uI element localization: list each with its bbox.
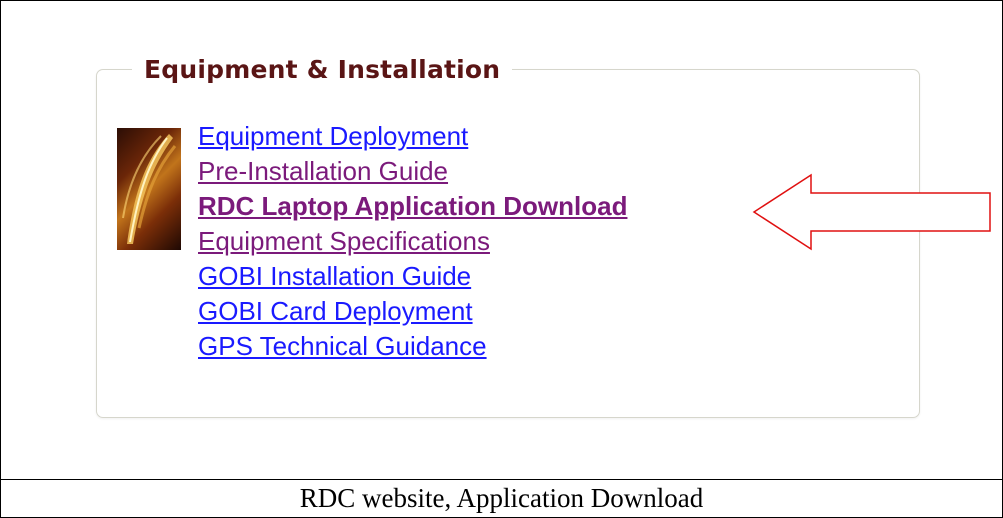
equipment-links-list: Equipment Deployment Pre-Installation Gu… — [198, 119, 627, 364]
list-item: Equipment Specifications — [198, 224, 627, 259]
link-equipment-deployment[interactable]: Equipment Deployment — [198, 121, 468, 151]
panel-legend: Equipment & Installation — [132, 53, 513, 87]
figure-caption: RDC website, Application Download — [299, 483, 704, 513]
feather-quill-icon — [117, 128, 181, 250]
list-item: GPS Technical Guidance — [198, 329, 627, 364]
screenshot-area: Equipment & Installation Equipment Deplo… — [1, 1, 1002, 480]
link-equipment-specifications[interactable]: Equipment Specifications — [198, 226, 490, 256]
list-item: Equipment Deployment — [198, 119, 627, 154]
list-item: RDC Laptop Application Download — [198, 189, 627, 224]
link-pre-installation-guide[interactable]: Pre-Installation Guide — [198, 156, 448, 186]
link-gobi-installation-guide[interactable]: GOBI Installation Guide — [198, 261, 471, 291]
link-rdc-laptop-application-download[interactable]: RDC Laptop Application Download — [198, 191, 627, 221]
list-item: GOBI Card Deployment — [198, 294, 627, 329]
link-gps-technical-guidance[interactable]: GPS Technical Guidance — [198, 331, 487, 361]
list-item: GOBI Installation Guide — [198, 259, 627, 294]
list-item: Pre-Installation Guide — [198, 154, 627, 189]
figure-frame: Equipment & Installation Equipment Deplo… — [0, 0, 1003, 518]
left-arrow-icon — [752, 173, 991, 251]
link-gobi-card-deployment[interactable]: GOBI Card Deployment — [198, 296, 473, 326]
